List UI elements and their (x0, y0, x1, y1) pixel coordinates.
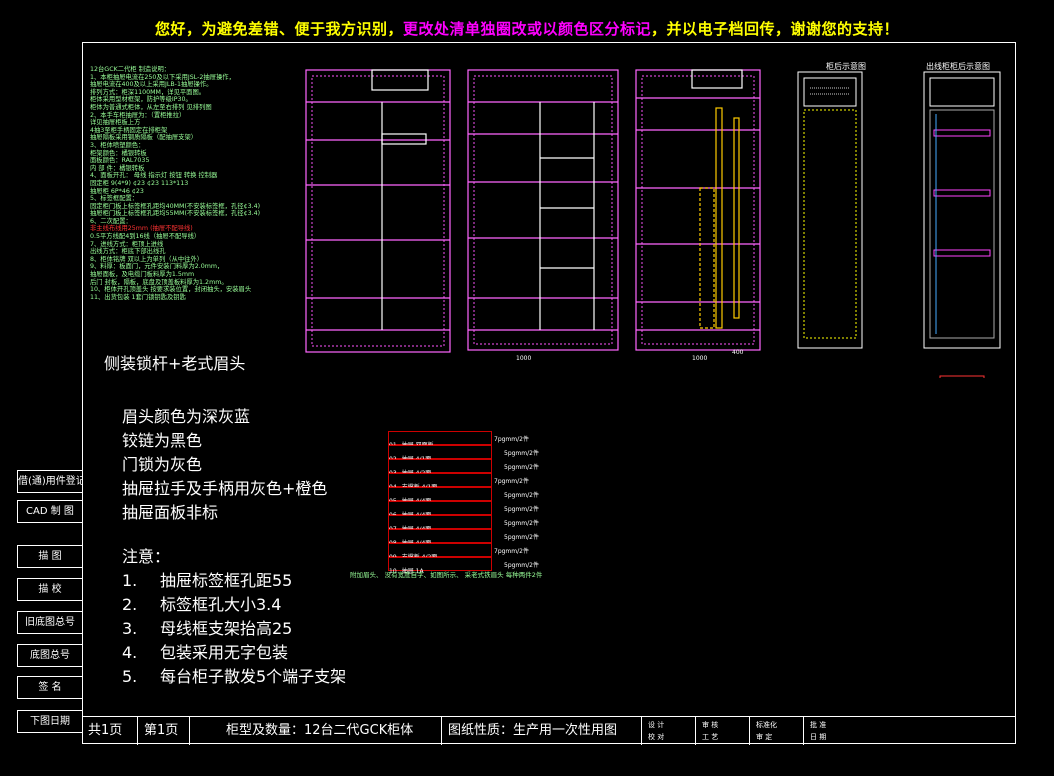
bus-rear-view-label: 出线柜柜后示意图 (926, 62, 990, 71)
bom-row: 09 支撑板 4/2面 (388, 543, 492, 561)
total-pages: 共1页 (82, 717, 138, 745)
bom-row: 07 抽屉 4/4面 (388, 515, 492, 533)
cabinet-side-view-1 (305, 69, 451, 353)
dim-width-label: 1000 (516, 355, 531, 362)
bom-footnote: 附加眉头、 没有宽度自字、如图所示、 采老式铁眉头 每种两件2件 (350, 571, 543, 579)
dim-inner-label: 400 (732, 349, 744, 356)
attention-num: 5. (122, 667, 138, 686)
cabinet-side-view-3 (635, 69, 761, 351)
attention-item: 5. 每台柜子散发5个端子支架 (122, 665, 346, 689)
color-notes: 眉头颜色为深灰蓝 铰链为黑色 门锁为灰色 抽屉拉手及手柄用灰色+橙色 抽屉面板非… (122, 405, 327, 525)
note-line: 抽屉柜 6P*46 ¢23 (90, 187, 144, 195)
color-note: 门锁为灰色 (122, 455, 203, 474)
note-line: 11、出货包装 1套门锁钥匙及钥匙 (90, 293, 186, 301)
banner-text-2: 更改处清单独圈改或以颜色区分标记 (402, 20, 651, 38)
bom-row: 06 抽屉 4/4面 (388, 501, 492, 519)
note-line: 详见抽屉柜板上方 (90, 119, 141, 127)
left-stamp-column: 借(通)用件登记 CAD 制 图 描 图 描 校 旧底图总号 底图总号 签 名 … (17, 470, 83, 744)
note-line: 4、面板开孔： 母线 指示灯 按钮 转换 控制器 (90, 172, 218, 180)
color-note: 抽屉面板非标 (122, 503, 219, 522)
attention-item: 2. 标签框孔大小3.4 (122, 593, 346, 617)
attention-item: 4. 包装采用无字包装 (122, 641, 346, 665)
note-line: 面板颜色：RAL7035 (90, 157, 150, 165)
note-line: 抽屉面板，及电缆门板料厚为1.5mm (90, 271, 195, 279)
note-line: 10、柜体开孔顶盖头 按要求装位置，封闭抽头，安装眉头 (90, 286, 252, 294)
drawing-nature: 图纸性质：生产用一次性用图 (442, 717, 642, 745)
detail-drawing (939, 375, 985, 378)
note-line: 5、标签框配置： (90, 195, 139, 203)
banner-text-1: 您好，为避免差错、便于我方识别， (154, 20, 403, 38)
banner-text-3: ，并以电子档回传，谢谢您的支持！ (651, 20, 900, 38)
banner-notice: 您好，为避免差错、便于我方识别，更改处清单独圈改或以颜色区分标记，并以电子档回传… (0, 18, 1054, 39)
signoff-cell: 设 计校 对 (642, 717, 696, 745)
note-line: 柜架颜色：橘银转板 (90, 149, 147, 157)
cabinet-rear-view (797, 71, 863, 349)
cabinet-side-view-2 (467, 69, 619, 351)
bom-row: 08 抽屉 4/4面 (388, 529, 492, 547)
attention-num: 3. (122, 619, 138, 638)
bom-row: 05 抽屉 4/4面 (388, 487, 492, 505)
cabinet-drawings: 1000 1000 400 (305, 69, 1001, 378)
cabinet-model: 柜型及数量：12台二代GCK柜体 (190, 717, 442, 745)
stamp-cell: 签 名 (17, 676, 83, 699)
note-line: 0.5平方线配4到16线（抽屉不配导线） (90, 233, 201, 241)
stamp-cell: CAD 制 图 (17, 500, 83, 523)
note-line: 抽屉柜门板上标签框孔距均55MM(不安装标签框，孔径¢3.4) (90, 210, 261, 218)
bom-row: 03 抽屉 4/2面 (388, 459, 492, 477)
attention-text: 包装采用无字包装 (160, 643, 289, 662)
color-note: 眉头颜色为深灰蓝 (122, 407, 251, 426)
signoff-cell: 审 核工 艺 (696, 717, 750, 745)
bom-row: 02 抽屉 4/1面 (388, 445, 492, 463)
stamp-cell: 描 图 (17, 545, 83, 568)
attention-num: 1. (122, 571, 138, 590)
attention-item: 1. 抽屉标签框孔距55 (122, 569, 346, 593)
stamp-cell: 借(通)用件登记 (17, 470, 83, 493)
attention-num: 4. (122, 643, 138, 662)
notes-title: 12台GCK二代柜 制造说明： (90, 66, 171, 73)
manufacturing-notes: 12台GCK二代柜 制造说明： 1、本柜抽屉电流在250及以下采用JSL-2抽屉… (90, 66, 260, 301)
attention-text: 母线框支架抬高25 (160, 619, 293, 638)
stamp-cell: 底图总号 (17, 644, 83, 667)
attention-num: 2. (122, 595, 138, 614)
note-line: 出线方式：柜底下部出线孔 (90, 248, 166, 256)
bom-notes: 7pgmm/2件 5pgmm/2件 5pgmm/2件 7pgmm/2件 5pgm… (494, 436, 539, 569)
note-line: 抽屉电流在400及以上采用JLB-1抽屉操作。 (90, 81, 213, 89)
signoff-cell: 批 准日 期 (810, 721, 827, 741)
stamp-cell: 描 校 (17, 578, 83, 601)
attention-notes: 注意： 1. 抽屉标签框孔距55 2. 标签框孔大小3.4 3. 母线框支架抬高25 … (122, 545, 346, 689)
note-line: 非主线布线用25mm (抽屉不配导线) (90, 225, 193, 233)
bom-row: 01 抽屉 双面板 (388, 431, 492, 449)
rear-view-label: 柜后示意图 (826, 62, 866, 71)
signoff-cell: 标准化审 定 (750, 717, 804, 745)
note-line: 抽屉隔板采用钢质隔板（配抽屉支架） (90, 134, 198, 142)
title-block: 共1页 第1页 柜型及数量：12台二代GCK柜体 图纸性质：生产用一次性用图 设… (82, 716, 1016, 745)
bus-cabinet-rear-view (923, 71, 1001, 349)
note-line: 固定柜 9(4*9) ¢23 ¢23 113*113 (90, 179, 189, 187)
note-line: 3、柜体喷塑颜色： (90, 141, 145, 149)
note-line: 9、料厚：板面门，元件安装门料厚为2.0mm， (90, 263, 224, 271)
attention-heading: 注意： (122, 547, 171, 566)
subtitle: 侧装锁杆+老式眉头 (104, 354, 246, 373)
attention-item: 3. 母线框支架抬高25 (122, 617, 346, 641)
attention-text: 抽屉标签框孔距55 (160, 571, 293, 590)
stamp-cell: 下图日期 (17, 710, 83, 733)
stamp-cell: 旧底图总号 (17, 611, 83, 634)
page-number: 第1页 (138, 717, 190, 745)
bom-row: 04 支撑板 4/1面 (388, 473, 492, 491)
attention-text: 标签框孔大小3.4 (160, 595, 282, 614)
attention-text: 每台柜子散发5个端子支架 (160, 667, 347, 686)
color-note: 铰链为黑色 (122, 431, 203, 450)
note-line: 柜体为普通式柜体，从左至右排列 见排列图 (90, 103, 212, 111)
dim-depth-label: 1000 (692, 355, 707, 362)
note-line: 柜体采用型材框架，防护等级IP30。 (90, 96, 192, 104)
color-note: 抽屉拉手及手柄用灰色+橙色 (122, 479, 328, 498)
